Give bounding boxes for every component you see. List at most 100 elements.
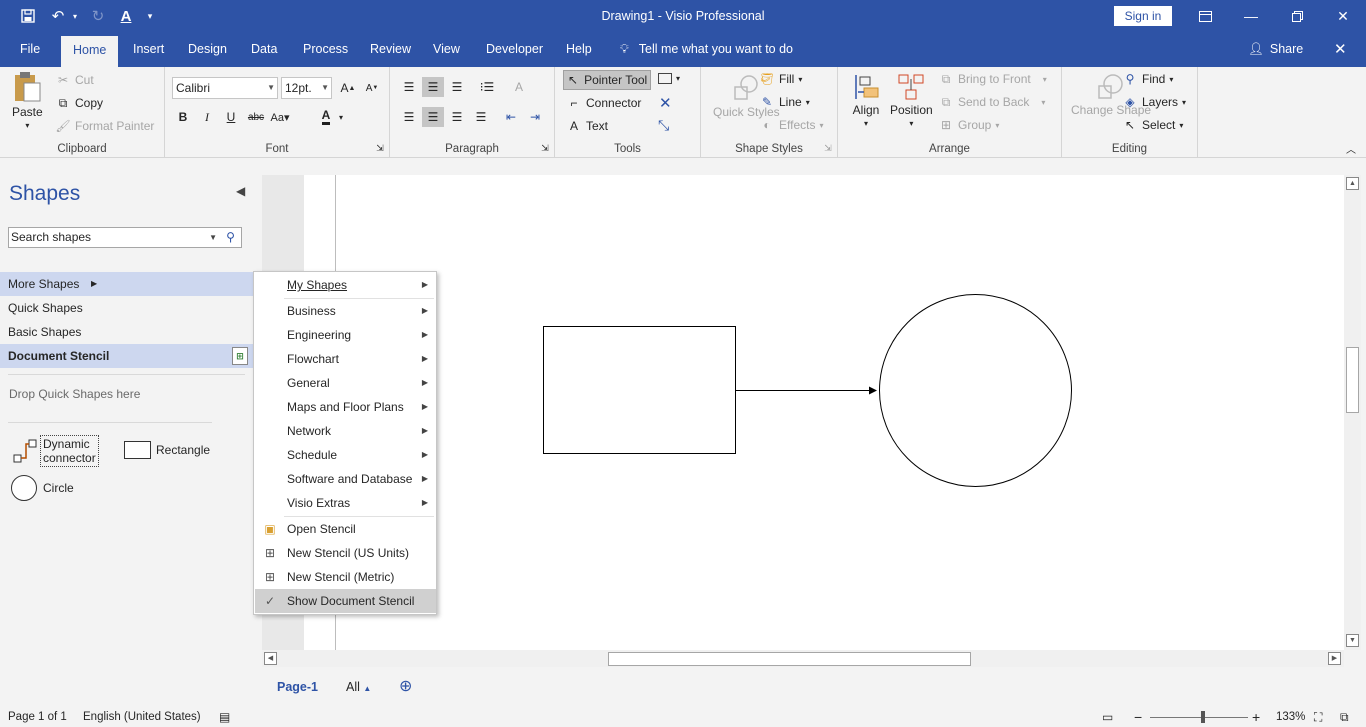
page-1-tab[interactable]: Page-1 xyxy=(277,672,318,702)
tab-home[interactable]: Home xyxy=(61,36,119,67)
customize-qat-icon[interactable]: ▾ xyxy=(138,0,162,32)
position-button[interactable]: Position ▾ xyxy=(890,73,933,128)
horizontal-scrollbar[interactable]: ◀ ▶ xyxy=(262,650,1344,667)
menu-item-new-stencil-us[interactable]: ⊞ New Stencil (US Units) xyxy=(255,541,436,565)
align-middle-icon[interactable]: ☰ xyxy=(422,77,444,97)
decrease-indent-icon[interactable]: ⇤ xyxy=(500,107,522,127)
bullets-icon[interactable]: ⁝☰ xyxy=(476,77,498,97)
shrink-font-icon[interactable]: A ▼ xyxy=(361,78,383,98)
connection-point-icon[interactable]: ⤡ xyxy=(658,117,669,134)
undo-dropdown-icon[interactable]: ▾ xyxy=(70,0,80,32)
send-to-back-button[interactable]: ⧉ Send to Back ▾ xyxy=(938,94,1046,110)
justify-icon[interactable]: ☰ xyxy=(470,107,492,127)
chevron-down-icon[interactable]: ▼ xyxy=(209,228,217,247)
menu-item-my-shapes[interactable]: My Shapes ▶ xyxy=(255,273,436,297)
dynamic-connector-shape[interactable]: Dynamic connector xyxy=(13,435,99,467)
menu-item-show-document-stencil[interactable]: ✓ Show Document Stencil xyxy=(255,589,436,613)
switch-windows-icon[interactable]: ⧉ xyxy=(1340,707,1349,727)
menu-item-software-database[interactable]: Software and Database ▶ xyxy=(255,467,436,491)
drawing-shapes[interactable] xyxy=(304,175,1344,650)
format-painter-button[interactable]: 🖌︎ Format Painter xyxy=(55,118,154,134)
strikethrough-icon[interactable]: abc xyxy=(245,107,267,127)
change-case-icon[interactable]: Aa▾ xyxy=(269,107,291,127)
font-color-icon[interactable]: A xyxy=(315,107,337,127)
presentation-mode-icon[interactable]: ▭ xyxy=(1102,707,1113,727)
italic-icon[interactable]: I xyxy=(196,107,218,127)
basic-shapes-item[interactable]: Basic Shapes xyxy=(0,320,253,344)
more-shapes-item[interactable]: More Shapes ▶ xyxy=(0,272,253,296)
menu-item-open-stencil[interactable]: ▣ Open Stencil xyxy=(255,517,436,541)
save-icon[interactable] xyxy=(16,0,40,32)
undo-icon[interactable]: ↶ xyxy=(46,0,70,32)
collapse-pane-icon[interactable]: ◀ xyxy=(236,184,245,198)
menu-item-business[interactable]: Business ▶ xyxy=(255,299,436,323)
text-tool-button[interactable]: A Text xyxy=(566,118,608,134)
font-family-select[interactable]: Calibri ▼ xyxy=(172,77,278,99)
scroll-down-icon[interactable]: ▼ xyxy=(1346,634,1359,647)
tab-review[interactable]: Review xyxy=(362,32,419,67)
fit-page-icon[interactable]: ⛶ xyxy=(1314,707,1322,727)
menu-item-engineering[interactable]: Engineering ▶ xyxy=(255,323,436,347)
font-color-dropdown-icon[interactable]: ▾ xyxy=(335,107,347,127)
zoom-slider[interactable] xyxy=(1150,717,1248,718)
bring-to-front-button[interactable]: ⧉ Bring to Front ▾ xyxy=(938,71,1047,87)
minimize-icon[interactable]: — xyxy=(1228,0,1274,32)
zoom-in-icon[interactable]: + xyxy=(1252,707,1260,727)
collapse-ribbon-icon[interactable]: ︿ xyxy=(1346,141,1356,156)
text-direction-icon[interactable]: A xyxy=(508,77,530,97)
connector-tool-button[interactable]: ⌐ Connector xyxy=(566,95,641,111)
select-button[interactable]: ↖ Select ▾ xyxy=(1122,117,1183,133)
zoom-out-icon[interactable]: − xyxy=(1134,707,1142,727)
language-status[interactable]: English (United States) xyxy=(83,707,201,727)
fill-button[interactable]: 🪣︎ Fill ▾ xyxy=(759,71,802,87)
tab-process[interactable]: Process xyxy=(295,32,356,67)
align-center-icon[interactable]: ☰ xyxy=(422,107,444,127)
tab-view[interactable]: View xyxy=(425,32,468,67)
copy-button[interactable]: ⧉ Copy xyxy=(55,95,103,111)
restore-icon[interactable] xyxy=(1274,0,1320,32)
menu-item-schedule[interactable]: Schedule ▶ xyxy=(255,443,436,467)
menu-item-network[interactable]: Network ▶ xyxy=(255,419,436,443)
tab-data[interactable]: Data xyxy=(243,32,285,67)
menu-item-visio-extras[interactable]: Visio Extras ▶ xyxy=(255,491,436,515)
stencil-options-icon[interactable]: ⊞ xyxy=(232,347,248,365)
search-shapes-input[interactable]: Search shapes ▼ ⚲ xyxy=(8,227,242,248)
line-button[interactable]: ✎ Line ▾ xyxy=(759,94,810,110)
add-page-icon[interactable]: ⊕ xyxy=(399,672,412,702)
tab-developer[interactable]: Developer xyxy=(478,32,551,67)
group-button[interactable]: ⊞ Group ▾ xyxy=(938,117,999,133)
paste-button[interactable]: Paste ▾ xyxy=(12,71,43,130)
layers-button[interactable]: ◈ Layers ▾ xyxy=(1122,94,1186,110)
redo-icon[interactable]: ↻ xyxy=(86,0,110,32)
horizontal-scroll-thumb[interactable] xyxy=(608,652,971,666)
rectangle-shape[interactable]: Rectangle xyxy=(124,441,210,459)
cut-button[interactable]: ✂ Cut xyxy=(55,72,94,88)
menu-item-maps-floor-plans[interactable]: Maps and Floor Plans ▶ xyxy=(255,395,436,419)
align-left-icon[interactable]: ☰ xyxy=(398,107,420,127)
circle-shape[interactable]: Circle xyxy=(11,475,74,501)
search-icon[interactable]: ⚲ xyxy=(222,229,239,246)
scroll-left-icon[interactable]: ◀ xyxy=(264,652,277,665)
find-button[interactable]: ⚲ Find ▾ xyxy=(1122,71,1174,87)
grow-font-icon[interactable]: A ▲ xyxy=(337,78,359,98)
rectangle-drawn-shape[interactable] xyxy=(543,326,736,454)
tab-design[interactable]: Design xyxy=(180,32,235,67)
tell-me-box[interactable]: 💡︎ Tell me what you want to do xyxy=(620,32,793,67)
align-button[interactable]: Align ▾ xyxy=(852,73,880,128)
all-pages-button[interactable]: All ▲ xyxy=(346,672,371,702)
rectangle-tool-button[interactable]: ▾ xyxy=(658,73,680,84)
menu-item-general[interactable]: General ▶ xyxy=(255,371,436,395)
tab-file[interactable]: File xyxy=(12,32,48,67)
zoom-slider-knob[interactable] xyxy=(1201,711,1205,723)
tab-insert[interactable]: Insert xyxy=(125,32,172,67)
align-right-icon[interactable]: ☰ xyxy=(446,107,468,127)
sign-in-button[interactable]: Sign in xyxy=(1114,6,1172,26)
vertical-scroll-thumb[interactable] xyxy=(1346,347,1359,413)
close-document-icon[interactable]: ✕ xyxy=(1334,32,1347,67)
font-size-select[interactable]: 12pt. ▼ xyxy=(281,77,332,99)
underline-icon[interactable]: U xyxy=(220,107,242,127)
tab-help[interactable]: Help xyxy=(558,32,600,67)
align-bottom-icon[interactable]: ☰ xyxy=(446,77,468,97)
menu-item-new-stencil-metric[interactable]: ⊞ New Stencil (Metric) xyxy=(255,565,436,589)
menu-item-flowchart[interactable]: Flowchart ▶ xyxy=(255,347,436,371)
